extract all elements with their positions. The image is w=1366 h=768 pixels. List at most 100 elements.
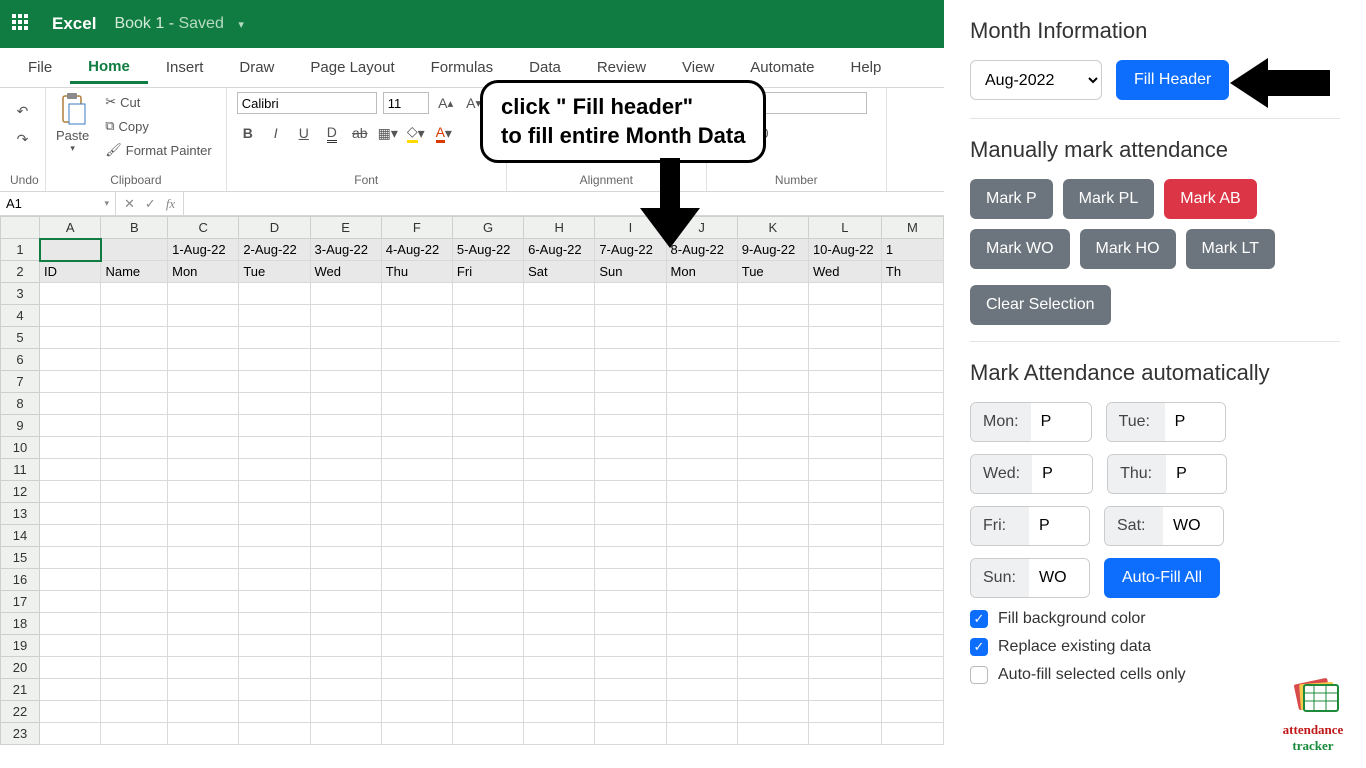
cell[interactable] xyxy=(881,635,943,657)
auto-fri-input[interactable] xyxy=(1029,507,1089,545)
cell[interactable] xyxy=(808,503,881,525)
cell[interactable] xyxy=(101,371,168,393)
cell[interactable] xyxy=(524,723,595,745)
cell[interactable]: 2-Aug-22 xyxy=(239,239,310,261)
cell[interactable] xyxy=(595,371,666,393)
cell[interactable] xyxy=(595,415,666,437)
cell[interactable]: Th xyxy=(881,261,943,283)
cell[interactable] xyxy=(524,393,595,415)
cell[interactable] xyxy=(666,701,737,723)
cell[interactable] xyxy=(808,525,881,547)
cell[interactable] xyxy=(881,437,943,459)
cell[interactable] xyxy=(881,547,943,569)
format-painter-button[interactable]: 🖌Format Painter xyxy=(101,140,216,160)
cell[interactable] xyxy=(666,613,737,635)
paste-button[interactable]: Paste ▾ xyxy=(56,92,89,154)
cell[interactable] xyxy=(737,371,808,393)
cell[interactable] xyxy=(737,415,808,437)
fill-header-button[interactable]: Fill Header xyxy=(1116,60,1229,100)
cell[interactable] xyxy=(101,569,168,591)
cell[interactable] xyxy=(239,481,310,503)
cell[interactable] xyxy=(452,679,523,701)
cell[interactable] xyxy=(101,437,168,459)
cell[interactable] xyxy=(310,327,381,349)
cell[interactable] xyxy=(666,547,737,569)
chk-replace[interactable]: ✓Replace existing data xyxy=(970,638,1340,656)
cell[interactable] xyxy=(595,679,666,701)
cell[interactable] xyxy=(101,415,168,437)
cell[interactable] xyxy=(808,393,881,415)
cell[interactable] xyxy=(452,657,523,679)
row-header[interactable]: 22 xyxy=(1,701,40,723)
cell[interactable] xyxy=(881,305,943,327)
cell[interactable] xyxy=(452,547,523,569)
cell[interactable] xyxy=(808,283,881,305)
cell[interactable] xyxy=(881,525,943,547)
cell[interactable] xyxy=(168,591,239,613)
cell[interactable] xyxy=(101,525,168,547)
cell[interactable] xyxy=(381,657,452,679)
cell[interactable] xyxy=(239,723,310,745)
cell[interactable] xyxy=(808,305,881,327)
cell[interactable] xyxy=(310,723,381,745)
cell[interactable] xyxy=(808,459,881,481)
cell[interactable]: 3-Aug-22 xyxy=(310,239,381,261)
cell[interactable] xyxy=(808,591,881,613)
cell[interactable] xyxy=(666,305,737,327)
row-header[interactable]: 4 xyxy=(1,305,40,327)
cell[interactable] xyxy=(310,591,381,613)
cell[interactable] xyxy=(524,503,595,525)
cell[interactable] xyxy=(101,547,168,569)
cell[interactable] xyxy=(808,415,881,437)
cell[interactable] xyxy=(168,437,239,459)
cell[interactable] xyxy=(452,459,523,481)
chevron-down-icon[interactable]: ▾ xyxy=(104,198,109,209)
cell[interactable] xyxy=(737,679,808,701)
row-header[interactable]: 12 xyxy=(1,481,40,503)
cell[interactable] xyxy=(310,481,381,503)
cell[interactable] xyxy=(737,657,808,679)
cell[interactable] xyxy=(40,239,101,261)
cell[interactable] xyxy=(101,305,168,327)
cell[interactable] xyxy=(524,525,595,547)
tab-page-layout[interactable]: Page Layout xyxy=(292,53,412,82)
cell[interactable] xyxy=(666,415,737,437)
cell[interactable] xyxy=(808,569,881,591)
cell[interactable] xyxy=(881,701,943,723)
cell[interactable] xyxy=(239,327,310,349)
auto-thu-input[interactable] xyxy=(1166,455,1226,493)
cell[interactable] xyxy=(452,591,523,613)
cell[interactable] xyxy=(40,415,101,437)
cell[interactable] xyxy=(881,503,943,525)
cell[interactable] xyxy=(595,525,666,547)
cell[interactable]: 6-Aug-22 xyxy=(524,239,595,261)
cell[interactable] xyxy=(881,349,943,371)
select-all-cell[interactable] xyxy=(1,217,40,239)
underline-button[interactable]: U xyxy=(293,122,315,144)
cell[interactable] xyxy=(168,569,239,591)
col-header[interactable]: H xyxy=(524,217,595,239)
cell[interactable] xyxy=(40,349,101,371)
row-header[interactable]: 9 xyxy=(1,415,40,437)
cell[interactable] xyxy=(452,327,523,349)
cell[interactable] xyxy=(808,547,881,569)
cell[interactable]: 1-Aug-22 xyxy=(168,239,239,261)
cell[interactable] xyxy=(101,591,168,613)
cell[interactable] xyxy=(381,503,452,525)
undo-button[interactable]: ↶ xyxy=(12,100,34,122)
cell[interactable] xyxy=(239,393,310,415)
cell[interactable] xyxy=(168,525,239,547)
cell[interactable] xyxy=(239,701,310,723)
cell[interactable] xyxy=(40,679,101,701)
tab-draw[interactable]: Draw xyxy=(221,53,292,82)
cell[interactable] xyxy=(381,569,452,591)
chevron-down-icon[interactable]: ▾ xyxy=(238,19,244,31)
cell[interactable] xyxy=(40,569,101,591)
cell[interactable] xyxy=(666,437,737,459)
cell[interactable] xyxy=(524,283,595,305)
cell[interactable]: 1 xyxy=(881,239,943,261)
cell[interactable] xyxy=(168,481,239,503)
cell[interactable] xyxy=(168,701,239,723)
mark-ho-button[interactable]: Mark HO xyxy=(1080,229,1176,269)
cell[interactable] xyxy=(595,459,666,481)
